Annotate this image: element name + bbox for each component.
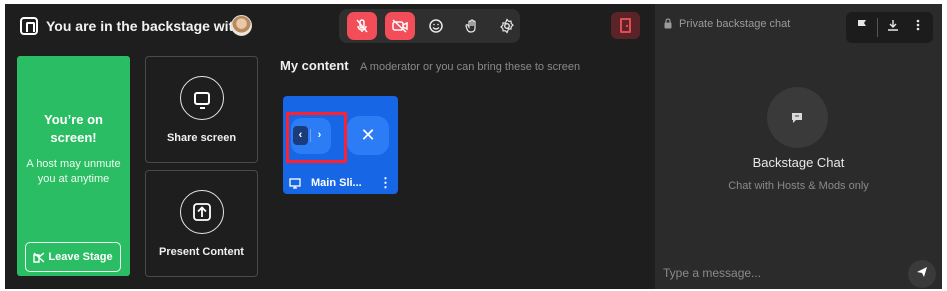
chat-toolbar (846, 12, 933, 43)
camera-toggle-button[interactable] (385, 12, 415, 40)
content-item-name: Main Sli... (311, 177, 362, 189)
door-exit-icon (620, 18, 631, 33)
media-toolbar (339, 9, 520, 43)
my-content-subtitle: A moderator or you can bring these to sc… (360, 61, 581, 73)
highlight-box (286, 112, 347, 163)
on-screen-card: You’re on screen! A host may unmute you … (17, 56, 130, 276)
monitor-icon (194, 91, 210, 109)
content-item-card[interactable]: ‹ › ✕ Main Sli... ⋮ (283, 96, 398, 194)
pin-chat-button[interactable] (852, 18, 872, 37)
present-content-icon-wrap (180, 190, 224, 234)
backstage-title: You are in the backstage with (46, 18, 242, 34)
send-icon (917, 267, 927, 277)
presentation-icon (289, 178, 301, 189)
on-screen-heading: You’re on screen! (44, 112, 103, 145)
send-message-button[interactable] (908, 260, 936, 288)
toolbar-divider (877, 18, 878, 37)
message-input[interactable] (663, 264, 903, 282)
share-screen-button[interactable]: Share screen (145, 56, 258, 163)
app-logo-icon (20, 17, 38, 35)
camera-off-icon (392, 19, 408, 33)
lock-icon (664, 18, 672, 29)
present-content-button[interactable]: Present Content (145, 170, 258, 277)
more-vertical-icon (916, 19, 920, 31)
raise-hand-icon (465, 19, 476, 33)
settings-button[interactable] (492, 12, 522, 40)
share-screen-label: Share screen (166, 132, 237, 144)
mic-toggle-button[interactable] (347, 12, 377, 40)
leave-stage-label: Leave Stage (48, 251, 113, 263)
on-screen-subtext: A host may unmute you at anytime (26, 158, 121, 185)
leave-stage-button[interactable]: Leave Stage (25, 242, 121, 272)
reactions-button[interactable] (421, 12, 451, 40)
chat-empty-subtext: Chat with Hosts & Mods only (728, 180, 869, 192)
more-options-button[interactable]: ⋮ (379, 175, 392, 191)
backstage-chat-panel: Private backstage chat Backstage Chat Ch… (655, 4, 942, 289)
download-chat-button[interactable] (883, 18, 903, 37)
chat-panel-title: Private backstage chat (679, 18, 791, 30)
chat-bubble-icon (767, 87, 828, 148)
present-content-label: Present Content (159, 246, 244, 258)
download-icon (888, 20, 898, 31)
chat-more-button[interactable] (908, 18, 928, 37)
mic-off-icon (356, 19, 368, 33)
backstage-area: You are in the backstage with You’re on … (5, 4, 655, 289)
upload-icon (193, 203, 211, 221)
flag-icon (858, 20, 866, 30)
host-avatar[interactable] (231, 15, 252, 36)
share-screen-icon-wrap (180, 76, 224, 120)
my-content-title: My content (280, 58, 349, 73)
exit-backstage-button[interactable] (611, 12, 640, 39)
chat-empty-heading: Backstage Chat (752, 155, 845, 170)
settings-icon (500, 18, 514, 34)
emoji-icon (429, 19, 443, 33)
stop-presenting-button[interactable]: ✕ (347, 116, 389, 155)
raise-hand-button[interactable] (457, 12, 487, 40)
leave-stage-icon (33, 251, 45, 263)
